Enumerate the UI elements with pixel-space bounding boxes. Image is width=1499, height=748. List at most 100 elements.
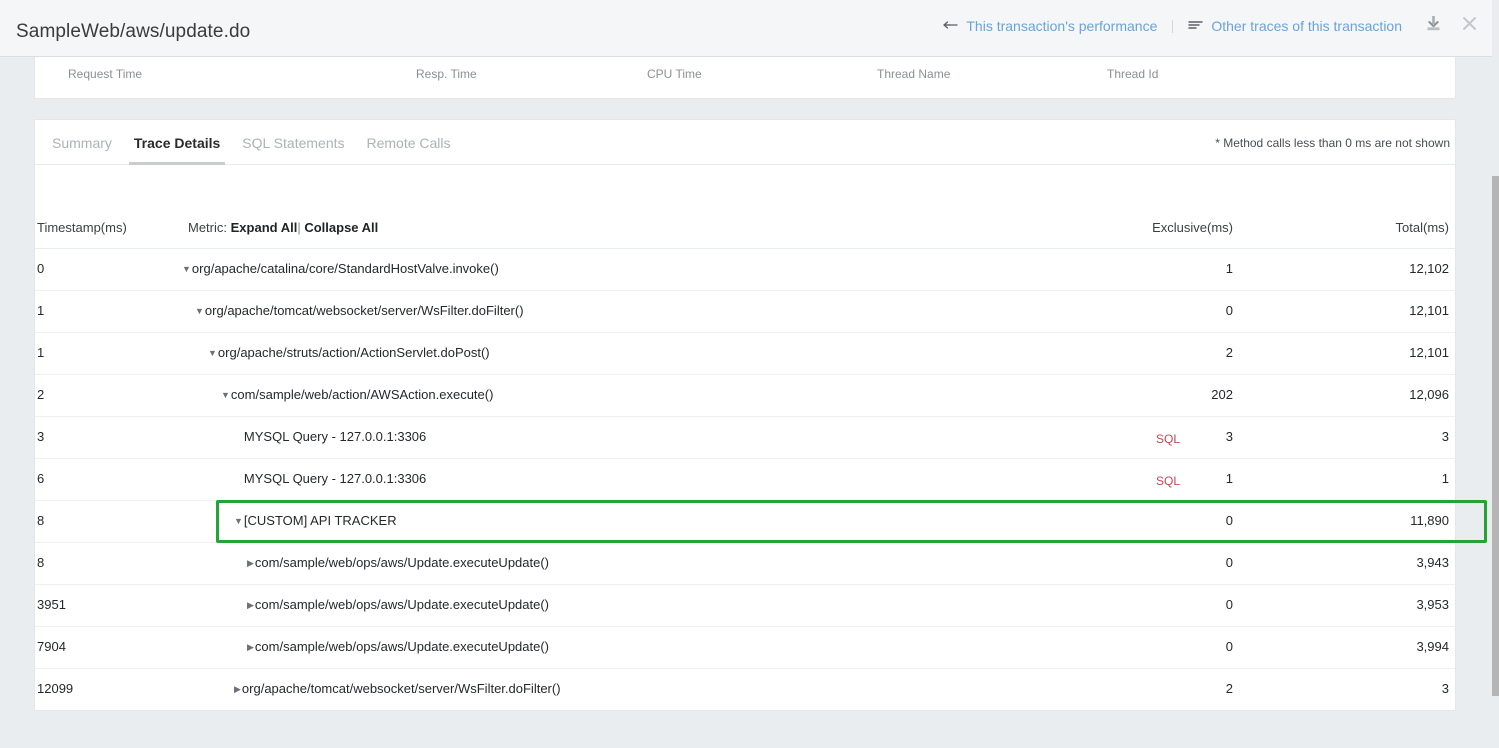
cell-exclusive-ms: 0: [1226, 513, 1233, 528]
column-header-exclusive: Exclusive(ms): [1152, 220, 1233, 235]
table-row[interactable]: 8 ▶com/sample/web/ops/aws/Update.executeU…: [35, 543, 1455, 585]
close-button[interactable]: [1454, 12, 1484, 40]
table-row[interactable]: 12099 ▶org/apache/tomcat/websocket/server…: [35, 669, 1455, 711]
cell-timestamp: 7904: [37, 639, 66, 654]
other-traces-label: Other traces of this transaction: [1211, 18, 1402, 34]
cell-total-ms: 1: [1442, 471, 1449, 486]
list-lines-icon: [1188, 18, 1204, 34]
cell-timestamp: 6: [37, 471, 44, 486]
cell-method-name: ▶org/apache/tomcat/websocket/server/WsFi…: [234, 681, 561, 696]
method-calls-note: * Method calls less than 0 ms are not sh…: [1215, 136, 1450, 150]
caret-down-icon[interactable]: ▼: [182, 265, 191, 274]
tab-remote-calls[interactable]: Remote Calls: [356, 120, 462, 165]
cell-total-ms: 12,101: [1409, 303, 1449, 318]
method-name-label: org/apache/tomcat/websocket/server/WsFil…: [242, 681, 561, 696]
cell-total-ms: 11,890: [1410, 513, 1449, 528]
tab-sql-statements[interactable]: SQL Statements: [231, 120, 355, 165]
trace-table-body: 0▼org/apache/catalina/core/StandardHostV…: [35, 249, 1455, 711]
trace-detail-page: SampleWeb/aws/update.do This transaction…: [0, 0, 1499, 748]
cell-method-name: ▼org/apache/catalina/core/StandardHostVa…: [182, 261, 499, 276]
cell-total-ms: 3,953: [1416, 597, 1449, 612]
summary-column-thread-name: Thread Name: [877, 67, 950, 81]
caret-right-icon[interactable]: ▶: [247, 601, 254, 610]
method-name-label: MYSQL Query - 127.0.0.1:3306: [244, 471, 426, 486]
cell-method-name: ▼[CUSTOM] API TRACKER: [234, 513, 397, 528]
cell-timestamp: 2: [37, 387, 44, 402]
cell-total-ms: 3: [1442, 681, 1449, 696]
tab-trace-details[interactable]: Trace Details: [123, 120, 231, 165]
cell-method-name: ▼org/apache/struts/action/ActionServlet.…: [208, 345, 490, 360]
caret-down-icon[interactable]: ▼: [208, 349, 217, 358]
caret-right-icon[interactable]: ▶: [247, 559, 254, 568]
cell-total-ms: 12,102: [1409, 261, 1449, 276]
cell-timestamp: 8: [37, 555, 44, 570]
cell-timestamp: 12099: [37, 681, 73, 696]
download-icon: [1425, 15, 1442, 37]
cell-total-ms: 3,943: [1416, 555, 1449, 570]
arrow-left-icon: [943, 18, 959, 34]
cell-method-name: ▶com/sample/web/ops/aws/Update.executeUp…: [247, 555, 549, 570]
vertical-scrollbar-track[interactable]: [1492, 57, 1499, 748]
collapse-all-button[interactable]: Collapse All: [304, 220, 378, 235]
cell-timestamp: 8: [37, 513, 44, 528]
sql-badge[interactable]: SQL: [1156, 432, 1180, 446]
method-name-label: com/sample/web/ops/aws/Update.executeUpd…: [255, 639, 549, 654]
table-row[interactable]: 1 ▼org/apache/tomcat/websocket/server/WsF…: [35, 291, 1455, 333]
method-name-label: [CUSTOM] API TRACKER: [244, 513, 397, 528]
page-header: SampleWeb/aws/update.do This transaction…: [0, 0, 1492, 57]
cell-exclusive-ms: 3: [1226, 429, 1233, 444]
expand-all-button[interactable]: Expand All: [231, 220, 298, 235]
header-divider: [1172, 20, 1173, 33]
page-title: SampleWeb/aws/update.do: [16, 21, 250, 43]
cell-method-name: ▼org/apache/tomcat/websocket/server/WsFi…: [195, 303, 524, 318]
caret-right-icon[interactable]: ▶: [234, 685, 241, 694]
caret-right-icon[interactable]: ▶: [247, 643, 254, 652]
cell-timestamp: 0: [37, 261, 44, 276]
header-actions: This transaction's performance Other tra…: [941, 12, 1484, 40]
table-row[interactable]: 0 ▼org/apache/catalina/core/StandardHostV…: [35, 249, 1455, 291]
cell-total-ms: 3,994: [1416, 639, 1449, 654]
method-name-label: MYSQL Query - 127.0.0.1:3306: [244, 429, 426, 444]
cell-timestamp: 1: [37, 345, 44, 360]
transaction-performance-link[interactable]: This transaction's performance: [941, 18, 1159, 34]
cell-exclusive-ms: 0: [1226, 597, 1233, 612]
metric-label: Metric:: [188, 220, 227, 235]
cell-timestamp: 3: [37, 429, 44, 444]
caret-down-icon[interactable]: ▼: [195, 307, 204, 316]
caret-down-icon[interactable]: ▼: [234, 517, 243, 526]
method-name-label: com/sample/web/ops/aws/Update.executeUpd…: [255, 597, 549, 612]
summary-column-request-time: Request Time: [68, 67, 142, 81]
table-row[interactable]: 6▼MYSQL Query - 127.0.0.1:3306SQL11: [35, 459, 1455, 501]
trace-table-header: Timestamp(ms) Metric: Expand All| Collap…: [35, 208, 1455, 249]
summary-column-thread-id: Thread Id: [1107, 67, 1158, 81]
method-name-label: com/sample/web/action/AWSAction.execute(…: [231, 387, 494, 402]
close-icon: [1461, 15, 1478, 37]
cell-method-name: ▶com/sample/web/ops/aws/Update.executeUp…: [247, 639, 549, 654]
method-name-label: org/apache/catalina/core/StandardHostVal…: [192, 261, 499, 276]
cell-exclusive-ms: 0: [1226, 555, 1233, 570]
cell-exclusive-ms: 2: [1226, 681, 1233, 696]
row-highlight-box: [216, 500, 1487, 543]
sql-badge[interactable]: SQL: [1156, 474, 1180, 488]
tab-list: Summary Trace Details SQL Statements Rem…: [41, 120, 462, 165]
metric-pipe: |: [297, 220, 300, 235]
caret-down-icon[interactable]: ▼: [221, 391, 230, 400]
other-traces-link[interactable]: Other traces of this transaction: [1186, 18, 1404, 34]
cell-timestamp: 1: [37, 303, 44, 318]
cell-method-name: ▶com/sample/web/ops/aws/Update.executeUp…: [247, 597, 549, 612]
table-row[interactable]: 1 ▼org/apache/struts/action/ActionServlet…: [35, 333, 1455, 375]
transaction-performance-label: This transaction's performance: [966, 18, 1157, 34]
vertical-scrollbar-thumb[interactable]: [1492, 176, 1499, 696]
table-row[interactable]: 7904 ▶com/sample/web/ops/aws/Update.execu…: [35, 627, 1455, 669]
table-row[interactable]: 3▼MYSQL Query - 127.0.0.1:3306SQL33: [35, 417, 1455, 459]
cell-exclusive-ms: 0: [1226, 303, 1233, 318]
cell-exclusive-ms: 0: [1226, 639, 1233, 654]
table-row[interactable]: 8 ▼[CUSTOM] API TRACKER 0 11,890: [35, 501, 1455, 543]
tab-summary[interactable]: Summary: [41, 120, 123, 165]
table-row[interactable]: 2 ▼com/sample/web/action/AWSAction.execut…: [35, 375, 1455, 417]
cell-exclusive-ms: 1: [1226, 261, 1233, 276]
download-button[interactable]: [1418, 12, 1448, 40]
table-row[interactable]: 3951▶com/sample/web/ops/aws/Update.execu…: [35, 585, 1455, 627]
cell-exclusive-ms: 1: [1226, 471, 1233, 486]
method-name-label: com/sample/web/ops/aws/Update.executeUpd…: [255, 555, 549, 570]
